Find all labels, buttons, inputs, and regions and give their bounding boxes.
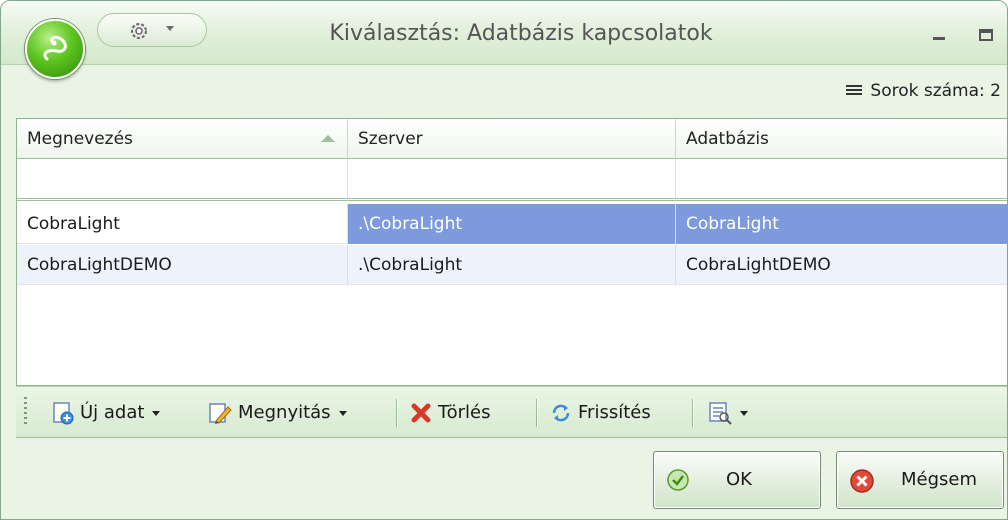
new-document-icon bbox=[53, 402, 74, 425]
minimize-button[interactable] bbox=[933, 37, 945, 40]
edit-pencil-icon bbox=[209, 403, 232, 424]
dialog-footer: OK Mégsem bbox=[1, 439, 1007, 519]
toolbar-grip[interactable] bbox=[24, 397, 27, 427]
column-chooser-icon bbox=[709, 402, 732, 425]
toolbar-separator bbox=[396, 399, 397, 427]
column-header-database[interactable]: Adatbázis bbox=[676, 119, 1007, 159]
chevron-down-icon[interactable] bbox=[152, 410, 161, 416]
new-record-label: Új adat bbox=[80, 402, 145, 423]
refresh-label: Frissítés bbox=[578, 402, 651, 423]
gear-icon[interactable] bbox=[128, 20, 150, 42]
ok-button[interactable]: OK bbox=[653, 451, 821, 509]
delete-label: Törlés bbox=[438, 402, 491, 423]
delete-button[interactable]: Törlés bbox=[410, 387, 491, 439]
cell-name[interactable]: CobraLight bbox=[17, 204, 348, 244]
refresh-button[interactable]: Frissítés bbox=[550, 387, 651, 439]
cell-name[interactable]: CobraLightDEMO bbox=[17, 245, 348, 285]
column-header-label: Szerver bbox=[358, 129, 423, 149]
cell-server[interactable]: .\CobraLight bbox=[348, 245, 676, 285]
cancel-circle-icon bbox=[850, 469, 874, 493]
chevron-down-icon[interactable] bbox=[740, 410, 748, 416]
delete-x-icon bbox=[411, 403, 431, 423]
open-record-label: Megnyitás bbox=[238, 402, 331, 423]
quick-access-toolbar[interactable] bbox=[97, 13, 207, 47]
dialog-window: Kiválasztás: Adatbázis kapcsolatok Sorok… bbox=[0, 0, 1008, 520]
cell-database[interactable]: CobraLightDEMO bbox=[676, 245, 1007, 285]
cancel-button[interactable]: Mégsem bbox=[836, 451, 1004, 509]
snake-logo-icon bbox=[43, 35, 67, 61]
chevron-down-icon[interactable] bbox=[338, 410, 347, 416]
open-record-button[interactable]: Megnyitás bbox=[208, 387, 347, 439]
cell-database[interactable]: CobraLight bbox=[676, 204, 1007, 244]
table-row[interactable]: CobraLightDEMO .\CobraLight CobraLightDE… bbox=[17, 245, 1007, 285]
maximize-button[interactable] bbox=[979, 29, 993, 41]
filter-cell-database[interactable] bbox=[676, 159, 1007, 201]
cell-server[interactable]: .\CobraLight bbox=[348, 204, 676, 244]
column-header-label: Adatbázis bbox=[686, 129, 769, 149]
row-count: Sorok száma: 2 bbox=[846, 81, 1001, 101]
column-header-name[interactable]: Megnevezés bbox=[17, 119, 348, 159]
filter-cell-name[interactable] bbox=[17, 159, 348, 201]
app-menu-button[interactable] bbox=[25, 19, 85, 79]
toolbar-separator bbox=[536, 399, 537, 427]
ok-label: OK bbox=[726, 469, 752, 490]
refresh-icon bbox=[552, 404, 570, 422]
title-bar: Kiválasztás: Adatbázis kapcsolatok bbox=[1, 1, 1007, 65]
column-chooser-button[interactable] bbox=[708, 387, 748, 439]
list-lines-icon bbox=[846, 85, 863, 97]
new-record-button[interactable]: Új adat bbox=[52, 387, 161, 439]
table-row[interactable]: CobraLight .\CobraLight CobraLight bbox=[17, 204, 1007, 244]
column-header-label: Megnevezés bbox=[27, 129, 133, 149]
sort-ascending-icon bbox=[321, 135, 335, 142]
filter-row[interactable] bbox=[17, 159, 1007, 201]
column-header-server[interactable]: Szerver bbox=[348, 119, 676, 159]
grid-toolbar: Új adat Megnyitás Törlés Frissítés bbox=[16, 386, 1007, 439]
grid-header: Megnevezés Szerver Adatbázis bbox=[17, 119, 1007, 159]
row-count-label: Sorok száma: 2 bbox=[870, 81, 1001, 101]
chevron-down-icon[interactable] bbox=[166, 26, 174, 31]
data-grid[interactable]: Megnevezés Szerver Adatbázis CobraLight … bbox=[16, 118, 1007, 386]
filter-cell-server[interactable] bbox=[348, 159, 676, 201]
check-circle-icon bbox=[667, 469, 689, 491]
cancel-label: Mégsem bbox=[901, 469, 978, 490]
window-title: Kiválasztás: Adatbázis kapcsolatok bbox=[329, 21, 713, 46]
toolbar-separator bbox=[692, 399, 693, 427]
